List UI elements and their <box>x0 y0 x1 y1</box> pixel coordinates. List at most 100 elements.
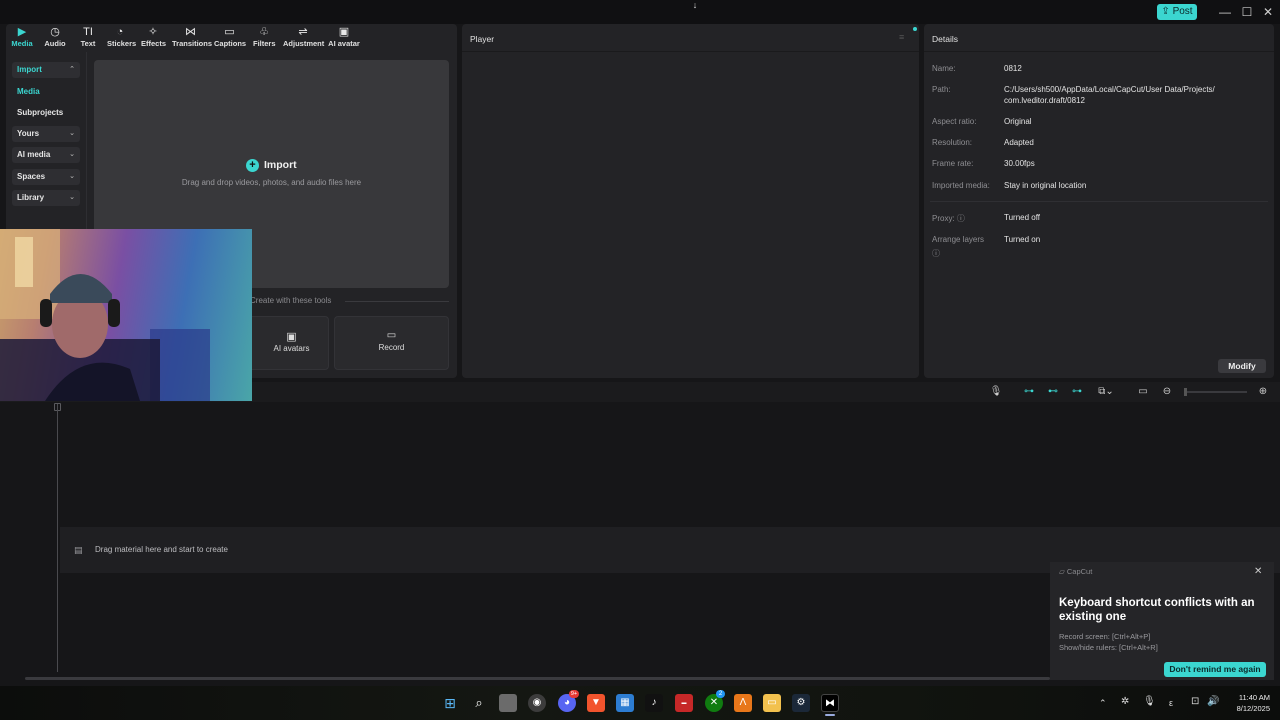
search-icon[interactable]: ⌕ <box>470 694 488 712</box>
chevron-up-icon[interactable]: ⌃ <box>1099 698 1107 709</box>
player-panel <box>462 24 919 378</box>
chevron-up-icon: ⌃ <box>69 66 75 73</box>
tools-heading: Create with these tools <box>250 296 332 305</box>
detail-label-framerate: Frame rate: <box>932 159 974 168</box>
microphone-icon[interactable]: 🎙 <box>988 386 1004 398</box>
audio-icon: ◷ <box>50 26 60 38</box>
timeline-drop-hint: Drag material here and start to create <box>95 545 228 554</box>
tab-media[interactable]: ▶ Media <box>11 26 33 50</box>
minimize-button[interactable]: — <box>1215 4 1235 20</box>
detail-label-name: Name: <box>932 64 956 73</box>
tab-captions[interactable]: ▭ Captions <box>214 26 247 50</box>
info-icon: ⓘ <box>932 249 940 258</box>
tab-label: Transitions <box>172 39 213 48</box>
capcut-taskbar-icon[interactable]: ⧓ <box>821 694 839 712</box>
bluetooth-icon[interactable]: ✲ <box>1121 696 1129 707</box>
tab-label: Captions <box>214 39 247 48</box>
tab-filters[interactable]: ♧ Filters <box>253 26 276 50</box>
volume-icon[interactable]: 🔊 <box>1207 696 1219 707</box>
language-indicator[interactable]: ε <box>1169 698 1173 708</box>
sidebar-item-ai-media[interactable]: AI media ⌄ <box>12 147 80 163</box>
dont-remind-button[interactable]: Don't remind me again <box>1164 662 1266 677</box>
zoom-in-icon[interactable]: ⊕ <box>1255 386 1271 398</box>
clock-date[interactable]: 8/12/2025 <box>1226 704 1270 713</box>
sidebar-item-yours[interactable]: Yours ⌄ <box>12 126 80 142</box>
magnet-icon[interactable]: ⊷ <box>1045 386 1061 398</box>
discord-badge: 9+ <box>569 690 579 698</box>
link-main-track-icon[interactable]: ⊶ <box>1021 386 1037 398</box>
sidebar-item-import[interactable]: Import ⌃ <box>12 62 80 78</box>
tab-adjustment[interactable]: ⇌ Adjustment <box>283 26 325 50</box>
sidebar-item-subprojects[interactable]: Subprojects <box>12 105 80 121</box>
webcam-image <box>0 229 210 401</box>
stickers-icon: ◔ <box>116 26 124 38</box>
store-icon[interactable]: ▦ <box>616 694 634 712</box>
tab-transitions[interactable]: ⋈ Transitions <box>172 26 213 50</box>
toast-close-icon[interactable]: ✕ <box>1254 566 1262 577</box>
sidebar-item-library[interactable]: Library ⌄ <box>12 190 80 206</box>
tab-stickers[interactable]: ◔ Stickers <box>107 26 136 50</box>
player-title: Player <box>470 34 495 44</box>
menu-icon[interactable]: ≡ <box>899 32 904 42</box>
steam-icon[interactable]: ⚙ <box>792 694 810 712</box>
link-icon[interactable]: ⊶ <box>1069 386 1085 398</box>
detail-value-imported: Stay in original location <box>1004 181 1087 190</box>
maximize-button[interactable]: ☐ <box>1237 4 1257 20</box>
tab-effects[interactable]: ✧ Effects <box>141 26 166 50</box>
import-title[interactable]: Import <box>264 159 297 171</box>
close-button[interactable]: ✕ <box>1258 4 1278 20</box>
title-bar <box>0 0 1280 24</box>
zoom-out-icon[interactable]: ⊖ <box>1159 386 1175 398</box>
divider <box>930 201 1268 202</box>
zoom-slider[interactable] <box>1185 391 1247 393</box>
app-a-icon[interactable]: Λ <box>734 694 752 712</box>
microphone-icon[interactable]: 🎙 <box>1143 696 1156 707</box>
divider <box>345 301 449 302</box>
playhead[interactable] <box>57 404 58 672</box>
toast-line-2: Show/hide rulers: [Ctrl+Alt+R] <box>1059 643 1158 652</box>
record-card[interactable]: ▭ Record <box>334 316 449 370</box>
chevron-down-icon: ⌄ <box>69 173 75 180</box>
sidebar-item-spaces[interactable]: Spaces ⌄ <box>12 169 80 185</box>
tab-ai-avatar[interactable]: ▣ AI avatar <box>328 26 360 50</box>
chevron-down-icon: ⌄ <box>69 194 75 201</box>
clock-time[interactable]: 11:40 AM <box>1226 693 1270 702</box>
detail-value-path-2: com.lveditor.draft/0812 <box>1004 96 1085 105</box>
modify-button[interactable]: Modify <box>1218 359 1266 373</box>
transitions-icon: ⋈ <box>185 26 196 38</box>
zoom-slider-handle[interactable] <box>1184 388 1187 396</box>
tab-label: Media <box>11 39 33 48</box>
add-icon[interactable]: + <box>246 159 259 172</box>
network-icon[interactable]: ⊡ <box>1191 696 1199 707</box>
chevron-down-icon: ⌄ <box>69 130 75 137</box>
timeline-scrollbar[interactable] <box>25 677 1050 680</box>
import-hint: Drag and drop videos, photos, and audio … <box>181 178 362 187</box>
film-icon: ▤ <box>74 545 83 555</box>
detail-value-proxy: Turned off <box>1004 213 1041 222</box>
tiktok-icon[interactable]: ♪ <box>645 694 663 712</box>
file-explorer-icon[interactable]: ▭ <box>763 694 781 712</box>
player-header <box>462 24 919 52</box>
detail-label-path: Path: <box>932 85 951 94</box>
detail-value-framerate: 30.00fps <box>1004 159 1035 168</box>
start-icon[interactable]: ⊞ <box>441 694 459 712</box>
ai-avatar-icon: ▣ <box>286 331 297 343</box>
ai-avatar-icon: ▣ <box>338 26 350 38</box>
capcut-icon: ▱ <box>1059 567 1067 576</box>
preview-axis-icon[interactable]: ⧉⌄ <box>1093 386 1119 398</box>
info-icon: ⓘ <box>954 214 965 223</box>
voicemeeter-icon[interactable]: ▬ <box>675 694 693 712</box>
captions-icon: ▭ <box>224 26 235 38</box>
tab-text[interactable]: TI Text <box>80 26 96 50</box>
media-icon: ▶ <box>17 26 27 38</box>
tab-audio[interactable]: ◷ Audio <box>44 26 66 50</box>
detail-value-name: 0812 <box>1004 64 1022 73</box>
task-view-icon[interactable] <box>499 694 517 712</box>
chrome-icon[interactable]: ◉ <box>528 694 546 712</box>
sidebar-item-media[interactable]: Media <box>12 84 80 100</box>
brave-icon[interactable]: ▼ <box>587 694 605 712</box>
post-button[interactable]: ⇪ Post <box>1157 4 1197 20</box>
chevron-down-icon: ⌄ <box>69 151 75 158</box>
tab-label: Adjustment <box>283 39 325 48</box>
caption-icon[interactable]: ▭ <box>1135 386 1151 398</box>
